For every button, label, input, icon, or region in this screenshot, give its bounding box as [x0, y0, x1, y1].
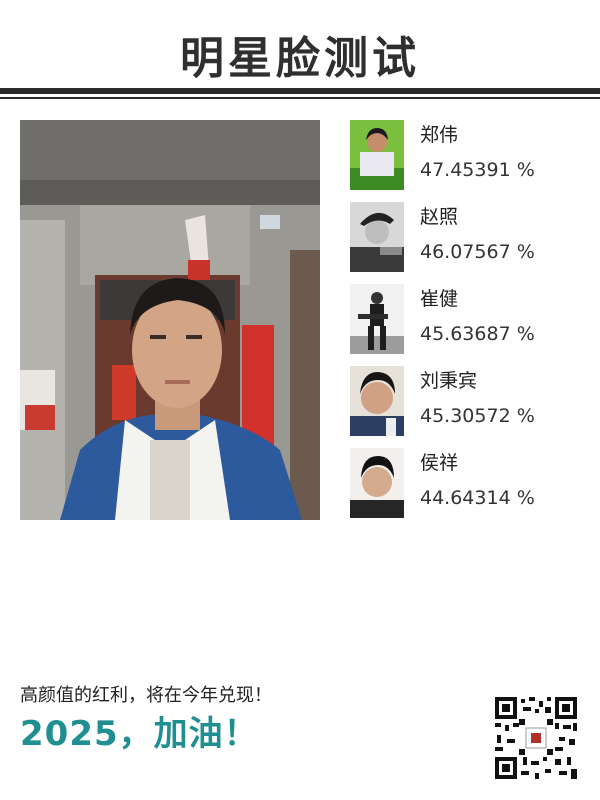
uploaded-face-photo-art: [20, 120, 320, 520]
match-thumbnail: [350, 366, 404, 436]
match-name: 刘秉宾: [420, 370, 478, 392]
match-score: 45.30572 %: [420, 405, 535, 427]
page-title: 明星脸测试: [180, 33, 420, 84]
qr-code-icon: [493, 695, 579, 781]
match-score: 47.45391 %: [420, 159, 535, 181]
match-score: 44.64314 %: [420, 487, 535, 509]
match-name: 崔健: [420, 288, 459, 310]
uploaded-face-photo[interactable]: [20, 120, 320, 520]
match-score: 46.07567 %: [420, 241, 535, 263]
title-divider-thick: [0, 88, 600, 94]
slogan-text: 高颜值的红利，将在今年兑现！: [20, 685, 272, 706]
title-divider-thin: [0, 97, 600, 99]
match-name: 郑伟: [420, 124, 459, 146]
match-item[interactable]: 刘秉宾 45.30572 %: [350, 366, 580, 436]
match-thumbnail: [350, 202, 404, 272]
match-thumbnail: [350, 284, 404, 354]
cheer-text: 2025，加油！: [20, 714, 259, 754]
match-item[interactable]: 赵照 46.07567 %: [350, 202, 580, 272]
match-score: 45.63687 %: [420, 323, 535, 345]
match-thumbnail: [350, 120, 404, 190]
qr-code[interactable]: [493, 695, 579, 781]
match-item[interactable]: 郑伟 47.45391 %: [350, 120, 580, 190]
match-thumbnail: [350, 448, 404, 518]
match-item[interactable]: 侯祥 44.64314 %: [350, 448, 580, 518]
match-item[interactable]: 崔健 45.63687 %: [350, 284, 580, 354]
match-name: 赵照: [420, 206, 459, 228]
match-name: 侯祥: [420, 452, 459, 474]
